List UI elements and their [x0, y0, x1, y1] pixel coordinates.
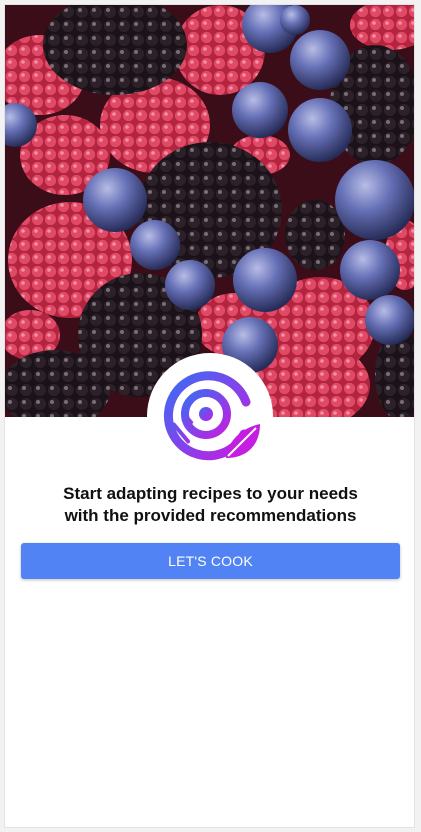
lets-cook-button[interactable]: LET'S COOK: [21, 543, 400, 579]
app-logo: [147, 353, 273, 479]
onboarding-message-line1: Start adapting recipes to your needs: [63, 484, 358, 503]
onboarding-message-line2: with the provided recommendations: [64, 506, 357, 525]
onboarding-screen: Start adapting recipes to your needs wit…: [4, 4, 415, 828]
recipe-app-logo-icon: [164, 371, 260, 461]
onboarding-message: Start adapting recipes to your needs wit…: [21, 483, 400, 527]
